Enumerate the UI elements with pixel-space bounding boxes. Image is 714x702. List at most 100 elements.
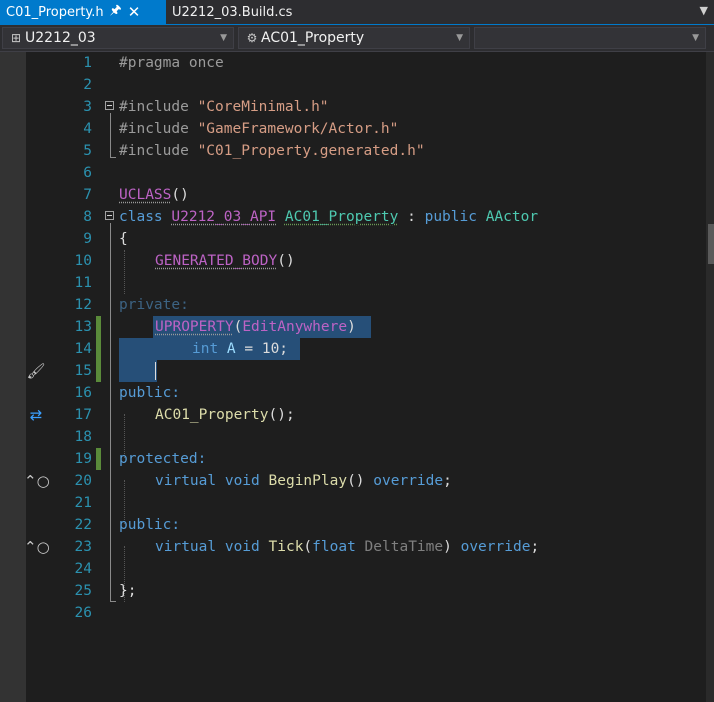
code-text: #include "C01_Property.generated.h" <box>119 140 425 162</box>
change-marker <box>96 448 101 470</box>
code-line: 11 <box>0 272 706 294</box>
keyword: public <box>424 209 486 225</box>
scope-dropdown[interactable]: ⚙ AC01_Property ▼ <box>238 27 470 49</box>
macro: UCLASS <box>119 187 172 203</box>
macro: UPROPERTY <box>155 319 234 335</box>
punctuation: ) <box>443 539 461 555</box>
code-text: #include "CoreMinimal.h" <box>119 96 329 118</box>
preprocessor-directive: #include <box>119 121 198 137</box>
code-line: 14 int A = 10; <box>0 338 706 360</box>
tab-label: C01_Property.h <box>6 4 104 20</box>
access-specifier: private: <box>119 297 189 313</box>
code-line: 1 #pragma once <box>0 52 706 74</box>
code-line: 26 <box>0 602 706 624</box>
line-number: 5 <box>83 143 92 159</box>
tab-u2212-03-build-cs[interactable]: U2212_03.Build.cs <box>166 0 326 24</box>
code-line: 16 public: <box>0 382 706 404</box>
member-dropdown[interactable]: ▼ <box>474 27 706 49</box>
code-line: 24 <box>0 558 706 580</box>
code-line: 15 <box>0 360 706 382</box>
navigation-bar: ⊞ U2212_03 ▼ ⚙ AC01_Property ▼ ▼ <box>0 25 714 52</box>
keyword: float <box>312 539 365 555</box>
pin-icon[interactable]: 🖈 <box>110 1 122 23</box>
chevron-down-icon[interactable]: ▼ <box>700 4 708 17</box>
code-text: #pragma once <box>119 55 224 71</box>
code-line: 18 <box>0 426 706 448</box>
code-text: }; <box>119 583 137 599</box>
keyword: override <box>460 539 531 555</box>
line-number: 4 <box>83 121 92 137</box>
scrollbar-thumb[interactable] <box>708 224 714 264</box>
code-line: 10 GENERATED_BODY() <box>0 250 706 272</box>
preprocessor-directive: #include <box>119 143 198 159</box>
line-number: 3 <box>83 99 92 115</box>
code-text: virtual void Tick(float DeltaTime) overr… <box>155 536 539 558</box>
code-line: 5 #include "C01_Property.generated.h" <box>0 140 706 162</box>
line-number: 1 <box>83 55 92 71</box>
code-line: 17 AC01_Property(); <box>0 404 706 426</box>
fold-toggle[interactable] <box>105 101 114 110</box>
code-line: 12 private: <box>0 294 706 316</box>
punctuation: () <box>171 187 189 203</box>
code-text: { <box>119 231 128 247</box>
keyword: class <box>119 209 172 225</box>
class-name: AC01_Property <box>284 209 399 225</box>
code-line: 8 class U2212_03_API AC01_Property : pub… <box>0 206 706 228</box>
document-tab-bar: C01_Property.h 🖈 ✕ U2212_03.Build.cs ▼ <box>0 0 714 25</box>
line-number: 9 <box>83 231 92 247</box>
function-name: AC01_Property <box>155 407 269 423</box>
code-line: 23 virtual void Tick(float DeltaTime) ov… <box>0 536 706 558</box>
scope-dropdown-value: AC01_Property <box>261 30 365 46</box>
function-name: Tick <box>268 539 304 555</box>
code-text: #include "GameFramework/Actor.h" <box>119 118 398 140</box>
parameter: DeltaTime <box>364 539 444 555</box>
macro: U2212_03_API <box>171 209 277 225</box>
vertical-scrollbar[interactable] <box>706 52 714 702</box>
code-line: 3 #include "CoreMinimal.h" <box>0 96 706 118</box>
tab-label: U2212_03.Build.cs <box>172 4 293 20</box>
line-number: 24 <box>74 561 92 577</box>
include-path: "GameFramework/Actor.h" <box>197 121 399 137</box>
code-line: 22 public: <box>0 514 706 536</box>
punctuation: () <box>347 473 374 489</box>
punctuation: ( <box>233 319 243 335</box>
function-name: BeginPlay <box>268 473 348 489</box>
cpp-project-icon: ⊞ <box>10 31 22 45</box>
punctuation: : <box>398 209 425 225</box>
line-number: 2 <box>83 77 92 93</box>
macro: GENERATED_BODY <box>155 253 278 269</box>
punctuation: ; <box>530 539 540 555</box>
keyword: virtual void <box>155 539 269 555</box>
project-dropdown[interactable]: ⊞ U2212_03 ▼ <box>2 27 234 49</box>
keyword: override <box>373 473 444 489</box>
code-editor[interactable]: 🖌 ⇄ ⌃○ ⌃○ 1 #pragma once 2 3 #include "C… <box>0 52 714 702</box>
class-icon: ⚙ <box>246 31 258 45</box>
code-line: 4 #include "GameFramework/Actor.h" <box>0 118 706 140</box>
line-number: 13 <box>74 319 92 335</box>
keyword: int <box>192 341 227 357</box>
tab-c01-property-h[interactable]: C01_Property.h 🖈 ✕ <box>0 0 166 24</box>
code-text: AC01_Property(); <box>155 404 295 426</box>
line-number: 17 <box>74 407 92 423</box>
fold-toggle[interactable] <box>105 211 114 220</box>
specifier: EditAnywhere <box>242 319 348 335</box>
punctuation: ( <box>303 539 313 555</box>
preprocessor-directive: #include <box>119 99 198 115</box>
code-line: 25 }; <box>0 580 706 602</box>
access-specifier: protected: <box>119 451 207 467</box>
code-line: 6 <box>0 162 706 184</box>
access-specifier: public: <box>119 385 181 401</box>
code-line: 19 protected: <box>0 448 706 470</box>
chevron-down-icon: ▼ <box>692 33 699 43</box>
line-number: 19 <box>74 451 92 467</box>
change-marker <box>96 360 101 382</box>
chevron-down-icon: ▼ <box>220 33 227 43</box>
code-text: int A = 10; <box>192 338 288 360</box>
code-text: class U2212_03_API AC01_Property : publi… <box>119 206 538 228</box>
change-marker <box>96 338 101 360</box>
line-number: 14 <box>74 341 92 357</box>
change-marker <box>96 316 101 338</box>
code-line: 21 <box>0 492 706 514</box>
close-icon[interactable]: ✕ <box>128 3 141 21</box>
